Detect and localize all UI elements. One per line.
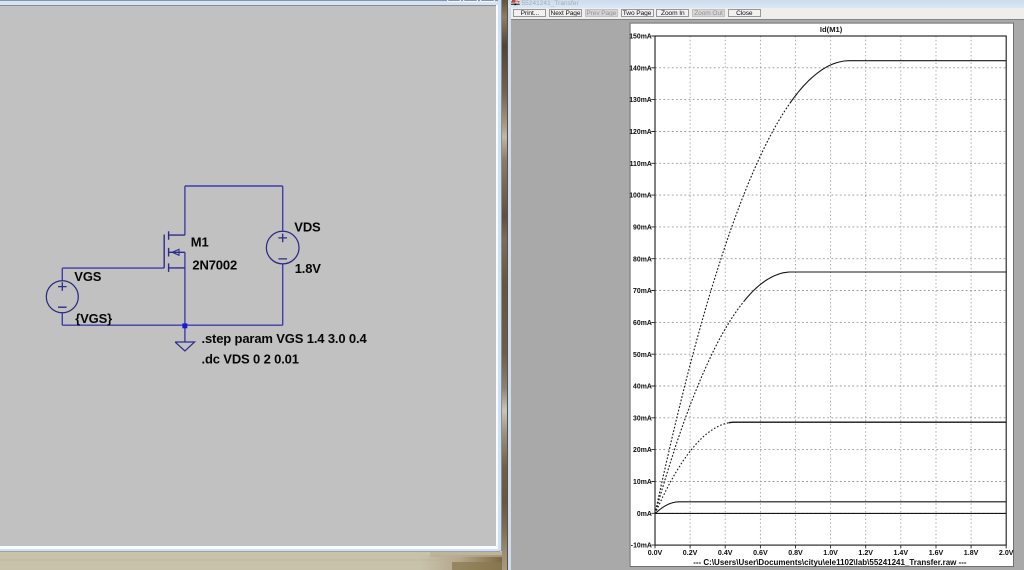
svg-text:100mA: 100mA xyxy=(629,193,652,200)
svg-text:0mA: 0mA xyxy=(636,511,651,518)
svg-text:40mA: 40mA xyxy=(633,384,652,391)
svg-text:20mA: 20mA xyxy=(633,448,652,455)
svg-text:0.4V: 0.4V xyxy=(717,550,732,558)
svg-text:130mA: 130mA xyxy=(629,98,652,105)
svg-text:110mA: 110mA xyxy=(629,161,651,168)
svg-text:.dc VDS 0 2 0.01: .dc VDS 0 2 0.01 xyxy=(202,352,299,367)
svg-text:2.0V: 2.0V xyxy=(998,550,1013,558)
svg-text:--- C:\Users\User\Documents\ci: --- C:\Users\User\Documents\cityu\ele110… xyxy=(693,558,967,567)
svg-text:30mA: 30mA xyxy=(633,416,652,423)
svg-text:{VGS}: {VGS} xyxy=(75,311,112,326)
svg-text:VGS: VGS xyxy=(74,269,101,284)
svg-text:150mA: 150mA xyxy=(629,34,652,41)
svg-text:1.0V: 1.0V xyxy=(823,550,838,558)
svg-text:1.8V: 1.8V xyxy=(295,261,322,276)
svg-text:1.2V: 1.2V xyxy=(858,550,873,558)
svg-text:50mA: 50mA xyxy=(633,352,652,359)
svg-text:Id(M1): Id(M1) xyxy=(819,26,842,35)
svg-text:140mA: 140mA xyxy=(629,66,652,73)
svg-text:1.8V: 1.8V xyxy=(963,550,978,558)
svg-text:1.4V: 1.4V xyxy=(893,550,908,558)
svg-text:80mA: 80mA xyxy=(633,257,652,264)
svg-text:0.6V: 0.6V xyxy=(753,550,768,558)
svg-text:VDS: VDS xyxy=(294,220,321,235)
svg-text:.step param VGS 1.4 3.0 0.4: .step param VGS 1.4 3.0 0.4 xyxy=(202,331,368,346)
svg-text:0.8V: 0.8V xyxy=(788,550,803,558)
svg-text:1.6V: 1.6V xyxy=(928,550,943,558)
svg-text:0.0V: 0.0V xyxy=(647,550,662,558)
svg-text:70mA: 70mA xyxy=(633,288,652,295)
svg-text:120mA: 120mA xyxy=(629,129,652,136)
svg-text:2N7002: 2N7002 xyxy=(192,258,237,273)
svg-text:0.2V: 0.2V xyxy=(682,550,697,558)
svg-text:M1: M1 xyxy=(191,234,209,249)
svg-text:10mA: 10mA xyxy=(633,479,652,486)
svg-text:60mA: 60mA xyxy=(633,320,652,327)
svg-text:90mA: 90mA xyxy=(633,225,652,232)
